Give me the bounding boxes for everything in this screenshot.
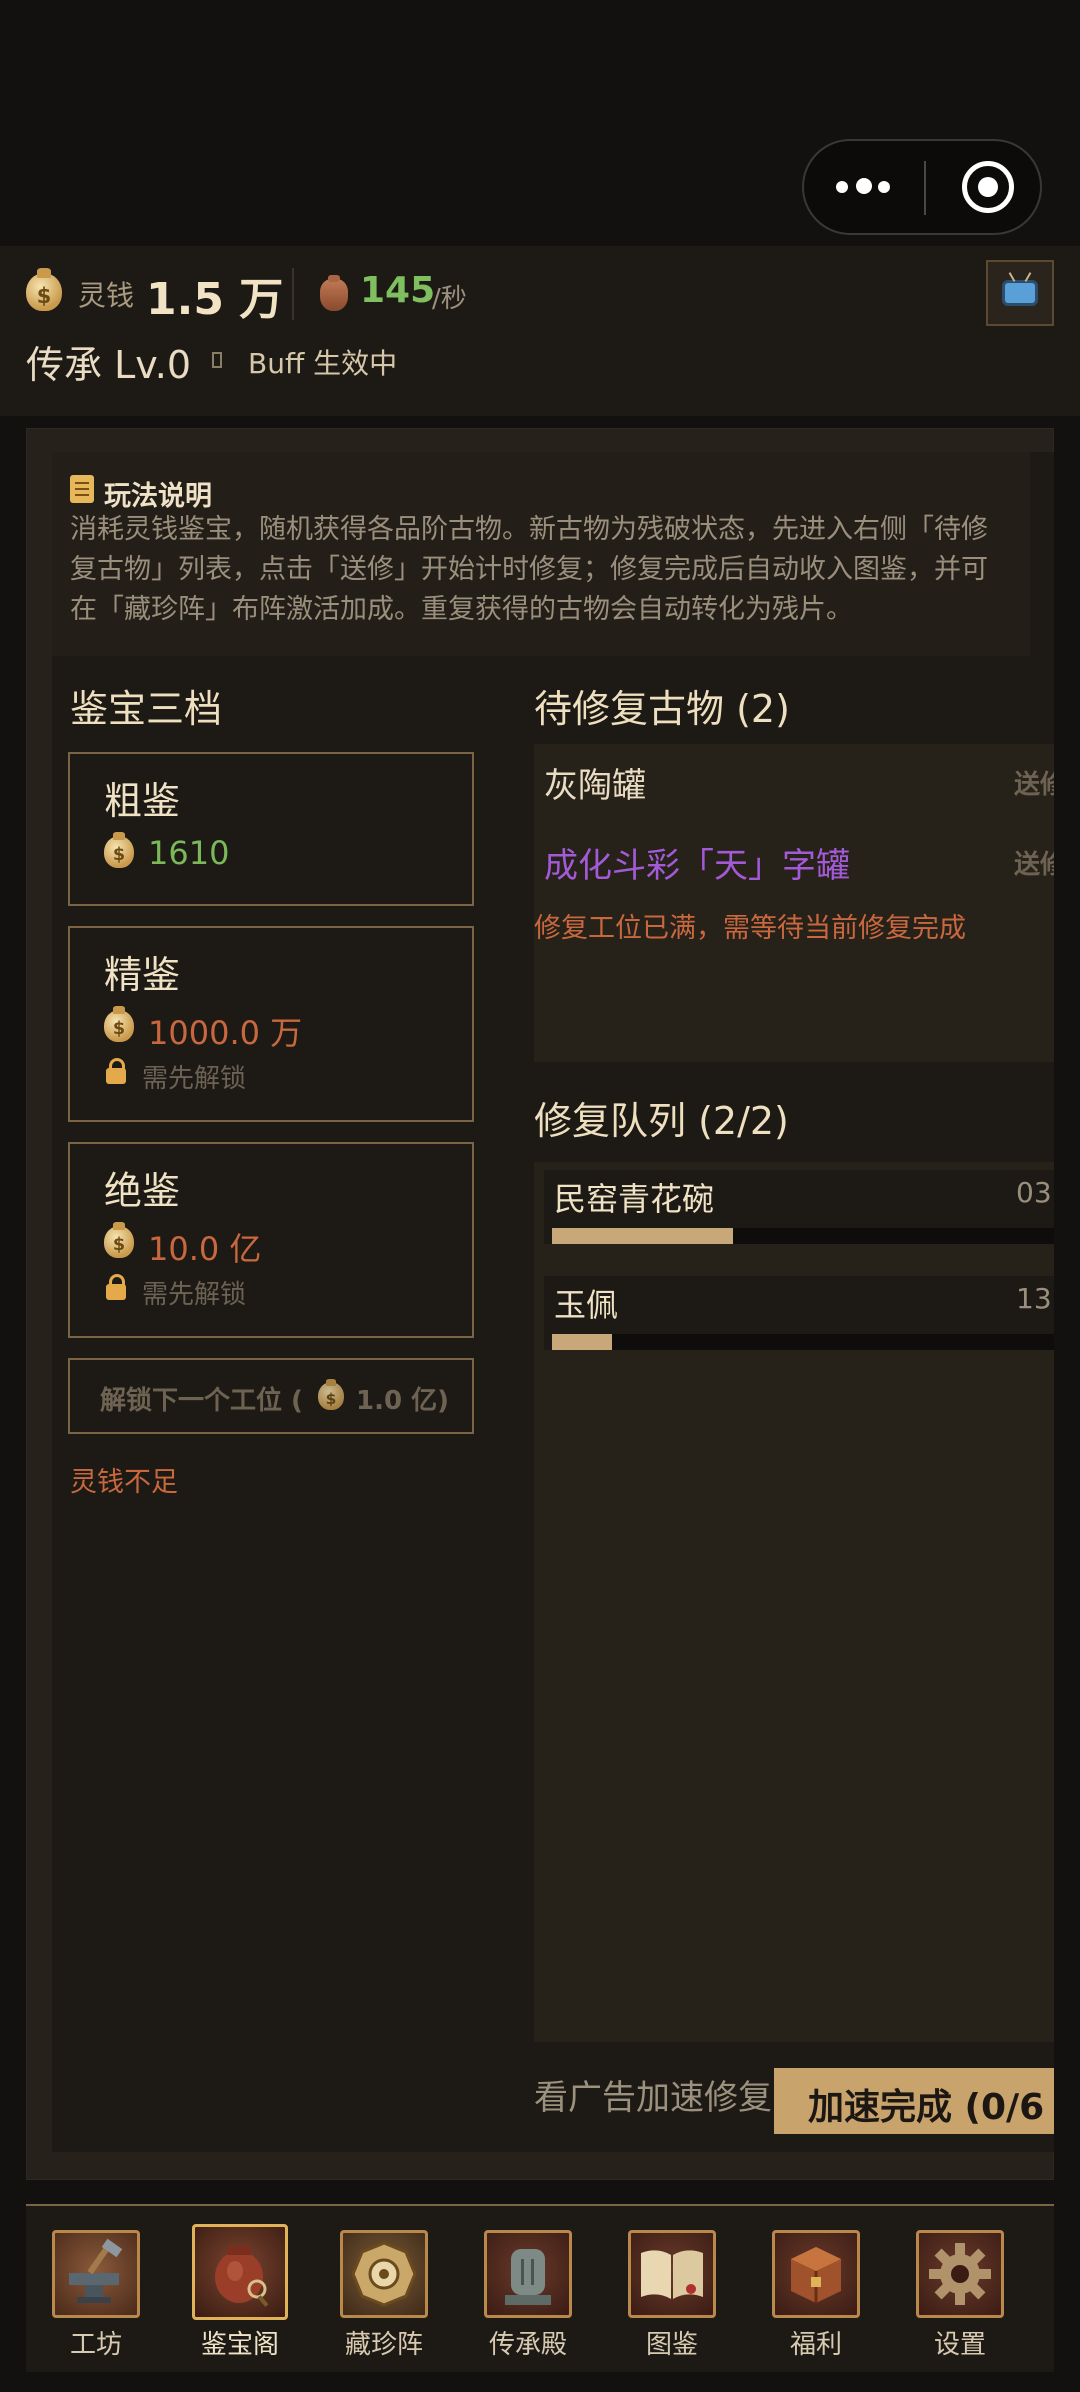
queue-item-name: 民窑青花碗: [554, 1180, 715, 1218]
insufficient-coins-text: 灵钱不足: [70, 1467, 178, 1498]
tier-card-supreme[interactable]: 绝鉴 $ 10.0 亿 需先解锁: [68, 1142, 474, 1338]
repair-progress-fill: [552, 1228, 733, 1244]
unlock-price: 1.0 亿): [356, 1386, 449, 1416]
queue-item: 民窑青花碗 03: [544, 1170, 1054, 1244]
unlock-workstation-button[interactable]: 解锁下一个工位 ( $ 1.0 亿): [68, 1358, 474, 1434]
tier-card-fine[interactable]: 精鉴 $ 1000.0 万 需先解锁: [68, 926, 474, 1122]
vase-icon: [192, 2224, 288, 2320]
stele-icon: [484, 2230, 572, 2318]
lock-text: 需先解锁: [142, 1280, 247, 1310]
nav-label: 工坊: [69, 2330, 122, 2360]
chest-icon: [772, 2230, 860, 2318]
tv-icon: [1002, 280, 1038, 306]
send-repair-button[interactable]: 送修: [1014, 844, 1054, 881]
watch-ad-button[interactable]: [986, 260, 1054, 326]
jar-icon: [320, 274, 348, 311]
header-divider: [292, 268, 294, 320]
send-repair-button[interactable]: 送修: [1014, 764, 1054, 801]
queue-item: 玉佩 13: [544, 1276, 1054, 1350]
queue-item-name: 玉佩: [554, 1286, 619, 1324]
tier-name: 绝鉴: [104, 1169, 181, 1213]
pending-list: 灰陶罐 送修 成化斗彩「天」字罐 送修 修复工位已满，需等待当前修复完成: [534, 744, 1054, 1062]
money-bag-icon: $: [104, 1006, 134, 1042]
buff-icon: [212, 352, 222, 368]
nav-label: 传承殿: [488, 2330, 567, 2360]
repair-progress-fill: [552, 1334, 613, 1350]
repair-progress-bar: [552, 1334, 1054, 1350]
tier-name: 粗鉴: [104, 779, 181, 823]
bagua-icon: [340, 2230, 428, 2318]
miniprogram-capsule: [802, 139, 1042, 235]
pending-title: 待修复古物 (2): [534, 687, 790, 731]
queue-item-time: 13: [1016, 1282, 1052, 1315]
repair-queue: 民窑青花碗 03 玉佩 13: [534, 1162, 1054, 2042]
income-rate-unit: /秒: [432, 284, 467, 314]
nav-item-welfare[interactable]: 福利: [756, 2222, 876, 2362]
lock-icon: [106, 1274, 126, 1300]
queue-title: 修复队列 (2/2): [534, 1099, 789, 1143]
repair-progress-bar: [552, 1228, 1054, 1244]
tier-price: 1610: [148, 834, 230, 872]
income-rate-value: 145: [360, 270, 436, 311]
pending-item-name: 成化斗彩「天」字罐: [544, 846, 850, 886]
lock-text: 需先解锁: [142, 1064, 247, 1094]
nav-item-appraisal[interactable]: 鉴宝阁: [180, 2222, 300, 2362]
coin-value: 1.5 万: [146, 274, 284, 325]
speedup-button[interactable]: 加速完成 (0/6: [774, 2068, 1054, 2134]
money-bag-icon: $: [26, 268, 62, 311]
lock-icon: [106, 1058, 126, 1084]
scroll-icon: [70, 475, 94, 503]
workstation-full-warning: 修复工位已满，需等待当前修复完成: [534, 913, 966, 944]
money-bag-icon: $: [104, 1222, 134, 1258]
nav-item-legacy-hall[interactable]: 传承殿: [468, 2222, 588, 2362]
tier-name: 精鉴: [104, 953, 181, 997]
anvil-icon: [52, 2230, 140, 2318]
gear-icon: [916, 2230, 1004, 2318]
help-text: 消耗灵钱鉴宝，随机获得各品阶古物。新古物为残破状态，先进入右侧「待修复古物」列表…: [70, 514, 988, 625]
queue-item-time: 03: [1016, 1176, 1052, 1209]
tier-price: 1000.0 万: [148, 1014, 303, 1052]
coin-label: 灵钱: [78, 279, 135, 312]
legacy-level: 传承 Lv.0: [26, 343, 192, 387]
nav-label: 藏珍阵: [344, 2330, 423, 2360]
capsule-divider: [924, 161, 926, 215]
tier-card-coarse[interactable]: 粗鉴 $ 1610: [68, 752, 474, 906]
nav-item-treasure-array[interactable]: 藏珍阵: [324, 2222, 444, 2362]
buff-status: Buff 生效中: [248, 347, 398, 380]
bottom-nav: 工坊 鉴宝阁 藏珍阵 传承殿 图鉴 福利 设置: [26, 2204, 1054, 2372]
money-bag-icon: $: [104, 832, 134, 868]
tier-price: 10.0 亿: [148, 1230, 262, 1268]
ad-speedup-hint: 看广告加速修复: [534, 2078, 772, 2118]
money-bag-icon: $: [318, 1378, 344, 1410]
nav-item-settings[interactable]: 设置: [900, 2222, 1020, 2362]
book-icon: [628, 2230, 716, 2318]
nav-label: 图鉴: [645, 2330, 698, 2360]
nav-item-collection[interactable]: 图鉴: [612, 2222, 732, 2362]
nav-label: 鉴宝阁: [200, 2330, 279, 2360]
help-title: 玩法说明: [104, 481, 212, 512]
more-menu-icon[interactable]: [836, 169, 892, 205]
pending-item-name: 灰陶罐: [544, 766, 646, 806]
close-miniprogram-icon[interactable]: [962, 161, 1014, 213]
unlock-label: 解锁下一个工位 (: [100, 1386, 303, 1416]
appraisal-title: 鉴宝三档: [70, 687, 223, 731]
nav-item-workshop[interactable]: 工坊: [36, 2222, 156, 2362]
nav-label: 设置: [933, 2330, 986, 2360]
nav-label: 福利: [789, 2330, 842, 2360]
speedup-label: 加速完成 (0/6: [808, 2087, 1045, 2128]
